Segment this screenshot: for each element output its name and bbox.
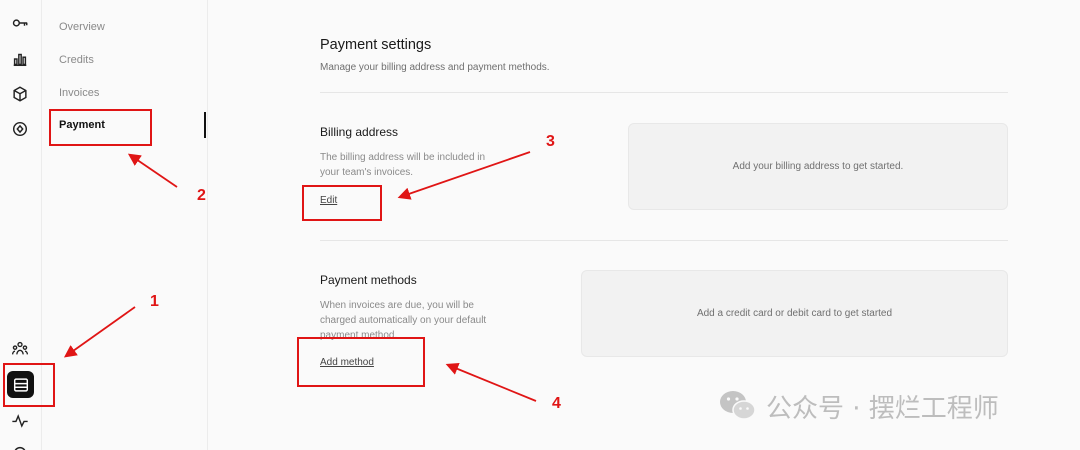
compass-icon[interactable] bbox=[9, 118, 31, 140]
annotation-box-1 bbox=[3, 363, 55, 407]
bar-chart-icon[interactable] bbox=[9, 48, 31, 70]
payment-methods-desc-line-1: When invoices are due, you will be bbox=[320, 300, 474, 311]
billing-address-desc-line-2: your team's invoices. bbox=[320, 167, 414, 178]
annotation-box-4 bbox=[297, 337, 425, 387]
billing-address-empty-text: Add your billing address to get started. bbox=[732, 161, 904, 172]
page-subtitle: Manage your billing address and payment … bbox=[320, 62, 550, 73]
annotation-label-3: 3 bbox=[546, 133, 555, 150]
divider bbox=[320, 240, 1008, 241]
payment-methods-desc-line-2: charged automatically on your default bbox=[320, 315, 487, 326]
annotation-label-1: 1 bbox=[150, 293, 159, 310]
annotation-box-3 bbox=[302, 185, 382, 221]
more-icon[interactable] bbox=[9, 442, 31, 450]
billing-address-title: Billing address bbox=[320, 125, 399, 139]
annotation-label-2: 2 bbox=[197, 187, 206, 204]
payment-methods-empty-text: Add a credit card or debit card to get s… bbox=[696, 308, 893, 319]
watermark-text: 公众号 · 摆烂工程师 bbox=[766, 393, 999, 424]
scrollbar-thumb[interactable] bbox=[204, 112, 206, 138]
annotation-box-2 bbox=[49, 109, 152, 146]
subnav-item-invoices[interactable]: Invoices bbox=[59, 87, 99, 99]
billing-address-desc-line-1: The billing address will be included in bbox=[320, 152, 486, 163]
subnav-item-overview[interactable]: Overview bbox=[59, 21, 105, 33]
page-title: Payment settings bbox=[320, 37, 432, 53]
subnav-item-credits[interactable]: Credits bbox=[59, 54, 94, 66]
watermark: 公众号 · 摆烂工程师 bbox=[718, 388, 999, 424]
billing-subnav: Overview Credits Invoices Payment bbox=[42, 0, 208, 450]
activity-icon[interactable] bbox=[9, 410, 31, 432]
payment-methods-title: Payment methods bbox=[320, 273, 417, 287]
annotation-label-4: 4 bbox=[552, 395, 561, 412]
billing-address-panel: Add your billing address to get started. bbox=[628, 123, 1008, 210]
team-icon[interactable] bbox=[9, 338, 31, 360]
key-icon[interactable] bbox=[9, 12, 31, 34]
wechat-icon bbox=[720, 391, 756, 420]
cube-icon[interactable] bbox=[9, 83, 31, 105]
payment-methods-panel: Add a credit card or debit card to get s… bbox=[581, 270, 1008, 357]
divider bbox=[320, 92, 1008, 93]
